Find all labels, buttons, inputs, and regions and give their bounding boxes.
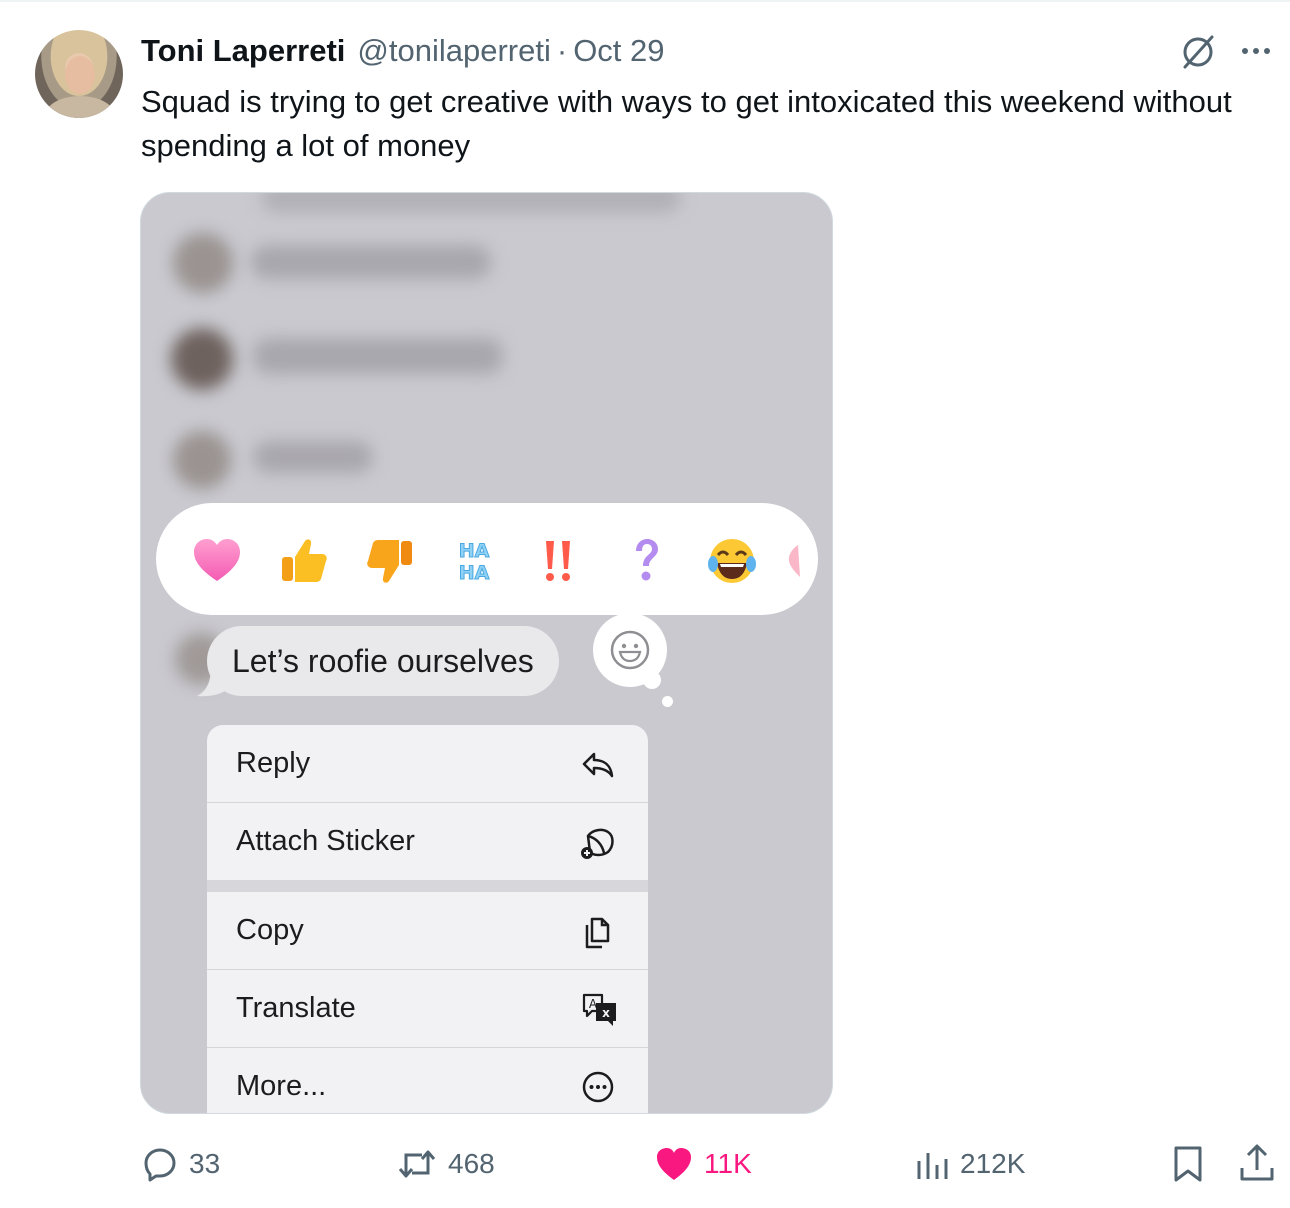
partial-heart-reaction-icon[interactable] xyxy=(784,533,806,589)
author-name[interactable]: Toni Laperreti xyxy=(141,33,345,69)
menu-item-label: Reply xyxy=(236,747,311,779)
tapback-reaction-bar: HA HA xyxy=(156,503,818,615)
reply-bubble-icon xyxy=(144,1148,176,1182)
more-options-icon[interactable] xyxy=(1238,36,1274,66)
header-separator: · xyxy=(556,33,568,68)
thought-bubble-dot xyxy=(662,696,673,707)
grok-icon[interactable] xyxy=(1178,32,1218,72)
blurred-avatar xyxy=(173,431,231,489)
menu-item-label: More... xyxy=(236,1070,327,1102)
laughing-face-reaction-icon[interactable] xyxy=(704,533,760,589)
bookmark-icon[interactable] xyxy=(1170,1144,1206,1184)
tweet-text: Squad is trying to get creative with way… xyxy=(141,84,1232,163)
menu-item-label: Translate xyxy=(236,992,356,1024)
heart-filled-icon xyxy=(657,1148,691,1180)
blurred-text-line xyxy=(253,441,373,473)
thumbs-down-reaction-icon[interactable] xyxy=(362,533,418,589)
reply-icon xyxy=(582,752,614,778)
menu-item-reply[interactable]: Reply xyxy=(207,725,648,802)
exclamation-reaction-icon[interactable] xyxy=(530,533,586,589)
svg-text:HA: HA xyxy=(459,562,490,584)
blurred-text-line xyxy=(261,193,681,213)
blurred-text-line xyxy=(251,245,491,279)
question-reaction-icon[interactable] xyxy=(618,533,674,589)
author-avatar[interactable] xyxy=(35,30,123,118)
repost-icon xyxy=(398,1150,436,1178)
views-button[interactable]: 212K xyxy=(914,1142,1025,1186)
svg-text:HA: HA xyxy=(459,540,490,562)
heart-reaction-icon[interactable] xyxy=(189,533,245,589)
menu-item-label: Copy xyxy=(236,914,304,946)
views-chart-icon xyxy=(917,1153,948,1179)
menu-group-gap xyxy=(207,880,648,892)
top-divider xyxy=(0,0,1290,2)
menu-item-translate[interactable]: Translate A x xyxy=(207,970,648,1047)
blurred-avatar xyxy=(173,233,233,293)
blurred-avatar xyxy=(171,328,233,390)
repost-count: 468 xyxy=(448,1148,495,1179)
avatar-face xyxy=(65,56,95,94)
thought-bubble-dot xyxy=(643,671,661,689)
message-bubble[interactable]: Let’s roofie ourselves xyxy=(207,626,559,696)
haha-reaction-icon[interactable]: HA HA xyxy=(446,533,502,589)
message-context-menu: Reply Attach Sticker Copy Translate A x … xyxy=(207,725,648,1113)
share-icon[interactable] xyxy=(1237,1142,1277,1184)
tweet-media-image[interactable]: HA HA Let’s roofie ourselves Reply Attac… xyxy=(140,192,833,1114)
add-emoji-icon xyxy=(610,630,650,670)
copy-icon xyxy=(585,917,610,949)
reply-count: 33 xyxy=(189,1148,221,1179)
sticker-icon xyxy=(581,828,614,859)
svg-text:x: x xyxy=(602,1006,610,1020)
like-count: 11K xyxy=(704,1148,752,1179)
author-handle[interactable]: @tonilaperreti xyxy=(357,33,550,69)
thumbs-up-reaction-icon[interactable] xyxy=(276,533,332,589)
blurred-text-line xyxy=(253,338,503,374)
repost-button[interactable]: 468 xyxy=(396,1142,495,1186)
views-count: 212K xyxy=(960,1148,1026,1179)
reply-button[interactable]: 33 xyxy=(141,1142,220,1186)
menu-item-label: Attach Sticker xyxy=(236,825,415,857)
tweet-header: Toni Laperreti @tonilaperreti · Oct 29 xyxy=(141,33,665,69)
menu-item-more[interactable]: More... xyxy=(207,1048,648,1113)
like-button[interactable]: 11K xyxy=(654,1142,752,1186)
more-circle-icon xyxy=(582,1071,614,1103)
avatar-shoulders xyxy=(45,96,115,118)
translate-icon: A x xyxy=(582,993,616,1026)
menu-item-copy[interactable]: Copy xyxy=(207,892,648,969)
tweet-date[interactable]: Oct 29 xyxy=(573,33,664,69)
menu-item-attach-sticker[interactable]: Attach Sticker xyxy=(207,803,648,880)
